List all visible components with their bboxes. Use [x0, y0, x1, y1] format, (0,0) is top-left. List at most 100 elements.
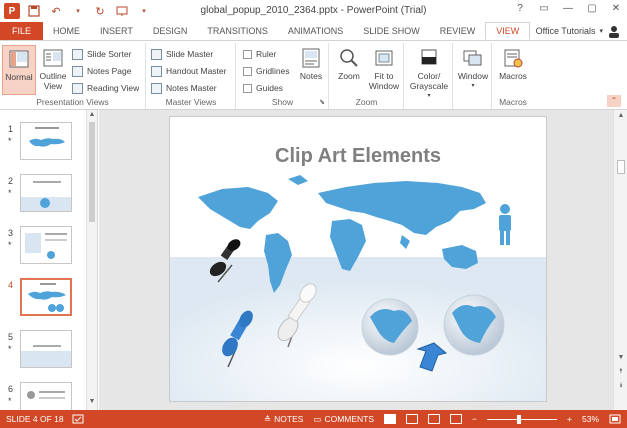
ribbon-tabs: FILE HOME INSERT DESIGN TRANSITIONS ANIM…: [0, 22, 627, 40]
slide-thumbnail[interactable]: 5 *: [0, 330, 86, 378]
handout-master-label: Handout Master: [166, 66, 227, 76]
notes-page-label: Notes Page: [87, 66, 132, 76]
ruler-checkbox[interactable]: Ruler: [243, 47, 276, 61]
slide-preview: [20, 330, 72, 368]
help-button[interactable]: ?: [513, 3, 527, 14]
show-dialog-launcher-icon[interactable]: ⬊: [319, 98, 325, 106]
window-icon: [463, 50, 482, 66]
next-slide-icon[interactable]: ⯯: [614, 382, 627, 390]
zoom-in-icon[interactable]: +: [567, 414, 572, 424]
outline-view-button[interactable]: Outline View: [37, 45, 69, 91]
notes-master-label: Notes Master: [166, 83, 217, 93]
collapse-ribbon-icon[interactable]: ⌃: [607, 95, 621, 107]
comments-toggle-button[interactable]: ▭ COMMENTS: [313, 414, 374, 425]
slide-thumbnail[interactable]: 3 *: [0, 226, 86, 274]
tab-animations[interactable]: ANIMATIONS: [278, 22, 353, 40]
ribbon: Normal Outline View Slide Sorter Notes P…: [0, 40, 627, 110]
current-slide[interactable]: Clip Art Elements: [169, 116, 547, 402]
chevron-down-icon: ▾: [427, 93, 431, 99]
outline-view-label: Outline View: [39, 71, 67, 91]
window-controls: ? ▭ — ▢ ✕: [513, 3, 623, 14]
slide-title[interactable]: Clip Art Elements: [170, 145, 546, 168]
person-figure-image: [499, 204, 511, 245]
slide-thumbnails-panel: 1 * 2 * 3 * 4 5 * 6 * ▲ ▼: [0, 110, 98, 410]
macros-button[interactable]: Macros: [495, 45, 531, 81]
window-label: Window: [457, 71, 489, 81]
slide-sorter-status-icon[interactable]: [406, 414, 419, 424]
scroll-up-arrow-icon[interactable]: ▲: [614, 112, 627, 119]
tab-insert[interactable]: INSERT: [90, 22, 143, 40]
zoom-out-icon[interactable]: −: [472, 414, 477, 424]
fit-to-window-button[interactable]: Fit to Window: [366, 45, 402, 91]
gridlines-label: Gridlines: [256, 66, 290, 76]
tab-slide-show[interactable]: SLIDE SHOW: [353, 22, 430, 40]
guides-check-box[interactable]: [243, 83, 252, 93]
reading-view-status-icon[interactable]: [428, 414, 441, 424]
slide-show-status-icon[interactable]: [450, 414, 463, 424]
comment-icon: ▭: [313, 413, 322, 424]
tab-home[interactable]: HOME: [43, 22, 90, 40]
zoom-slider-knob[interactable]: [517, 415, 522, 424]
zoom-level[interactable]: 53%: [582, 414, 599, 424]
group-presentation-views: Normal Outline View Slide Sorter Notes P…: [0, 43, 146, 109]
previous-slide-icon[interactable]: ⯭: [614, 368, 627, 376]
group-macros: Macros Macros: [493, 43, 533, 109]
notes-icon: [302, 48, 320, 68]
tab-review[interactable]: REVIEW: [430, 22, 486, 40]
slide-master-button[interactable]: Slide Master: [151, 47, 213, 61]
slide-thumbnail[interactable]: 6 *: [0, 382, 86, 410]
tab-transitions[interactable]: TRANSITIONS: [197, 22, 278, 40]
minimize-button[interactable]: —: [561, 3, 575, 14]
guides-checkbox[interactable]: Guides: [243, 81, 283, 95]
notes-toggle-button[interactable]: ≛ NOTES: [264, 414, 303, 425]
tab-design[interactable]: DESIGN: [143, 22, 198, 40]
normal-view-status-icon[interactable]: [384, 414, 397, 424]
thumbnail-scrollbar[interactable]: ▲ ▼: [86, 110, 97, 410]
slide-counter[interactable]: SLIDE 4 OF 18: [6, 414, 64, 424]
group-color-grayscale: Color/ Grayscale ▾: [405, 43, 453, 109]
window-button[interactable]: Window ▾: [456, 45, 490, 91]
scroll-down-arrow-icon[interactable]: ▼: [614, 354, 627, 361]
zoom-button[interactable]: Zoom: [334, 45, 364, 81]
gridlines-checkbox[interactable]: Gridlines: [243, 64, 290, 78]
color-grayscale-button[interactable]: Color/ Grayscale ▾: [407, 45, 451, 101]
macros-icon: [504, 49, 523, 68]
slide-transition-marker: *: [8, 240, 12, 250]
slide-master-label: Slide Master: [166, 49, 214, 59]
scroll-up-arrow-icon[interactable]: ▲: [87, 111, 97, 118]
tab-view[interactable]: VIEW: [485, 22, 531, 40]
close-button[interactable]: ✕: [609, 3, 623, 14]
gridlines-check-box[interactable]: [243, 66, 252, 76]
slide-thumbnail[interactable]: 1 *: [0, 122, 86, 170]
group-label-show: Show: [271, 97, 294, 107]
notes-master-button[interactable]: Notes Master: [151, 81, 217, 95]
group-label-master-views: Master Views: [165, 97, 217, 107]
slide-thumbnail-selected[interactable]: 4: [0, 278, 86, 326]
handout-master-button[interactable]: Handout Master: [151, 64, 226, 78]
tab-file[interactable]: FILE: [0, 22, 44, 40]
zoom-slider[interactable]: [487, 414, 558, 424]
notes-page-button[interactable]: Notes Page: [72, 64, 131, 78]
account-menu[interactable]: Office Tutorials ▾: [536, 22, 627, 40]
fit-to-window-label: Fit to Window: [368, 71, 400, 91]
slide-thumbnail[interactable]: 2 *: [0, 174, 86, 222]
normal-view-button[interactable]: Normal: [2, 45, 36, 95]
editor-vertical-scrollbar[interactable]: ▲ ▼ ⯭ ⯯: [613, 110, 627, 410]
notes-button[interactable]: Notes: [297, 45, 325, 81]
maximize-button[interactable]: ▢: [585, 3, 599, 14]
reading-view-button[interactable]: Reading View: [72, 81, 139, 95]
slide-transition-marker: *: [8, 396, 12, 406]
slide-sorter-button[interactable]: Slide Sorter: [72, 47, 131, 61]
handout-master-icon: [151, 65, 162, 77]
ruler-check-box[interactable]: [243, 49, 252, 59]
scrollbar-thumb[interactable]: [617, 160, 625, 174]
group-label-macros: Macros: [499, 97, 527, 107]
zoom-label: Zoom: [338, 71, 360, 81]
scrollbar-thumb[interactable]: [89, 122, 95, 222]
slide-number: 3: [8, 228, 14, 238]
spell-check-icon[interactable]: [72, 414, 84, 424]
scroll-down-arrow-icon[interactable]: ▼: [87, 398, 97, 405]
fit-slide-to-window-icon[interactable]: [609, 414, 621, 424]
ruler-label: Ruler: [256, 49, 277, 59]
ribbon-display-options-button[interactable]: ▭: [537, 3, 551, 14]
